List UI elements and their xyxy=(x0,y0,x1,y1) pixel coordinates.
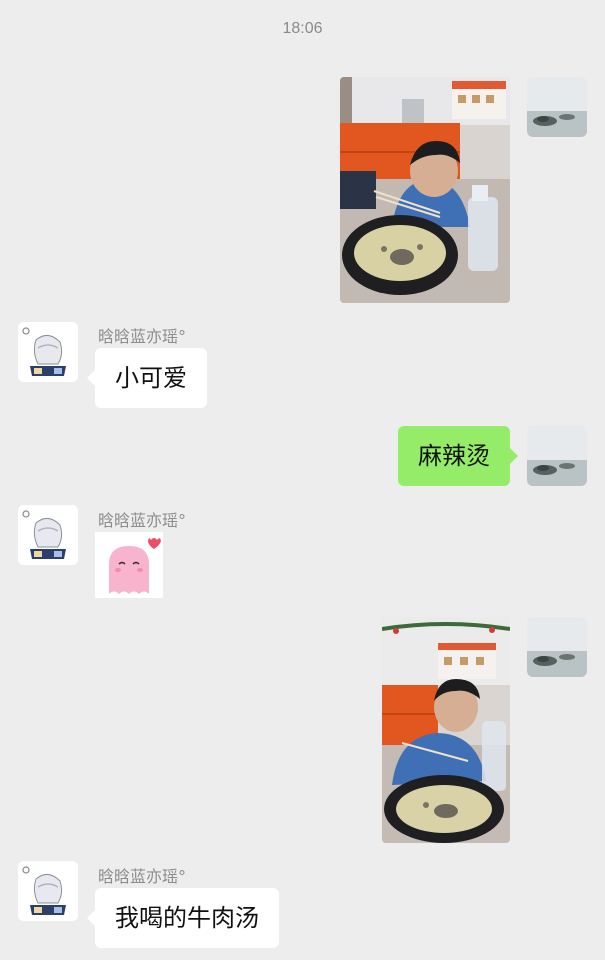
self-avatar[interactable] xyxy=(527,77,587,137)
incoming-message[interactable]: 小可爱 xyxy=(87,348,207,408)
contact-avatar[interactable] xyxy=(18,322,78,382)
message-timestamp: 18:06 xyxy=(282,20,323,37)
chat-photo-malatang[interactable] xyxy=(340,77,510,303)
outgoing-message[interactable]: 麻辣烫 xyxy=(398,426,518,486)
self-avatar[interactable] xyxy=(527,426,587,486)
ghost-sticker[interactable] xyxy=(95,532,163,598)
contact-avatar[interactable] xyxy=(18,505,78,565)
contact-avatar[interactable] xyxy=(18,861,78,921)
chat-photo-beef-soup[interactable] xyxy=(382,617,510,843)
sender-name: 晗晗蓝亦瑶° xyxy=(98,867,187,886)
incoming-message[interactable]: 我喝的牛肉汤 xyxy=(87,888,279,948)
sender-name: 晗晗蓝亦瑶° xyxy=(98,327,187,346)
sender-name: 晗晗蓝亦瑶° xyxy=(98,511,187,530)
self-avatar[interactable] xyxy=(527,617,587,677)
